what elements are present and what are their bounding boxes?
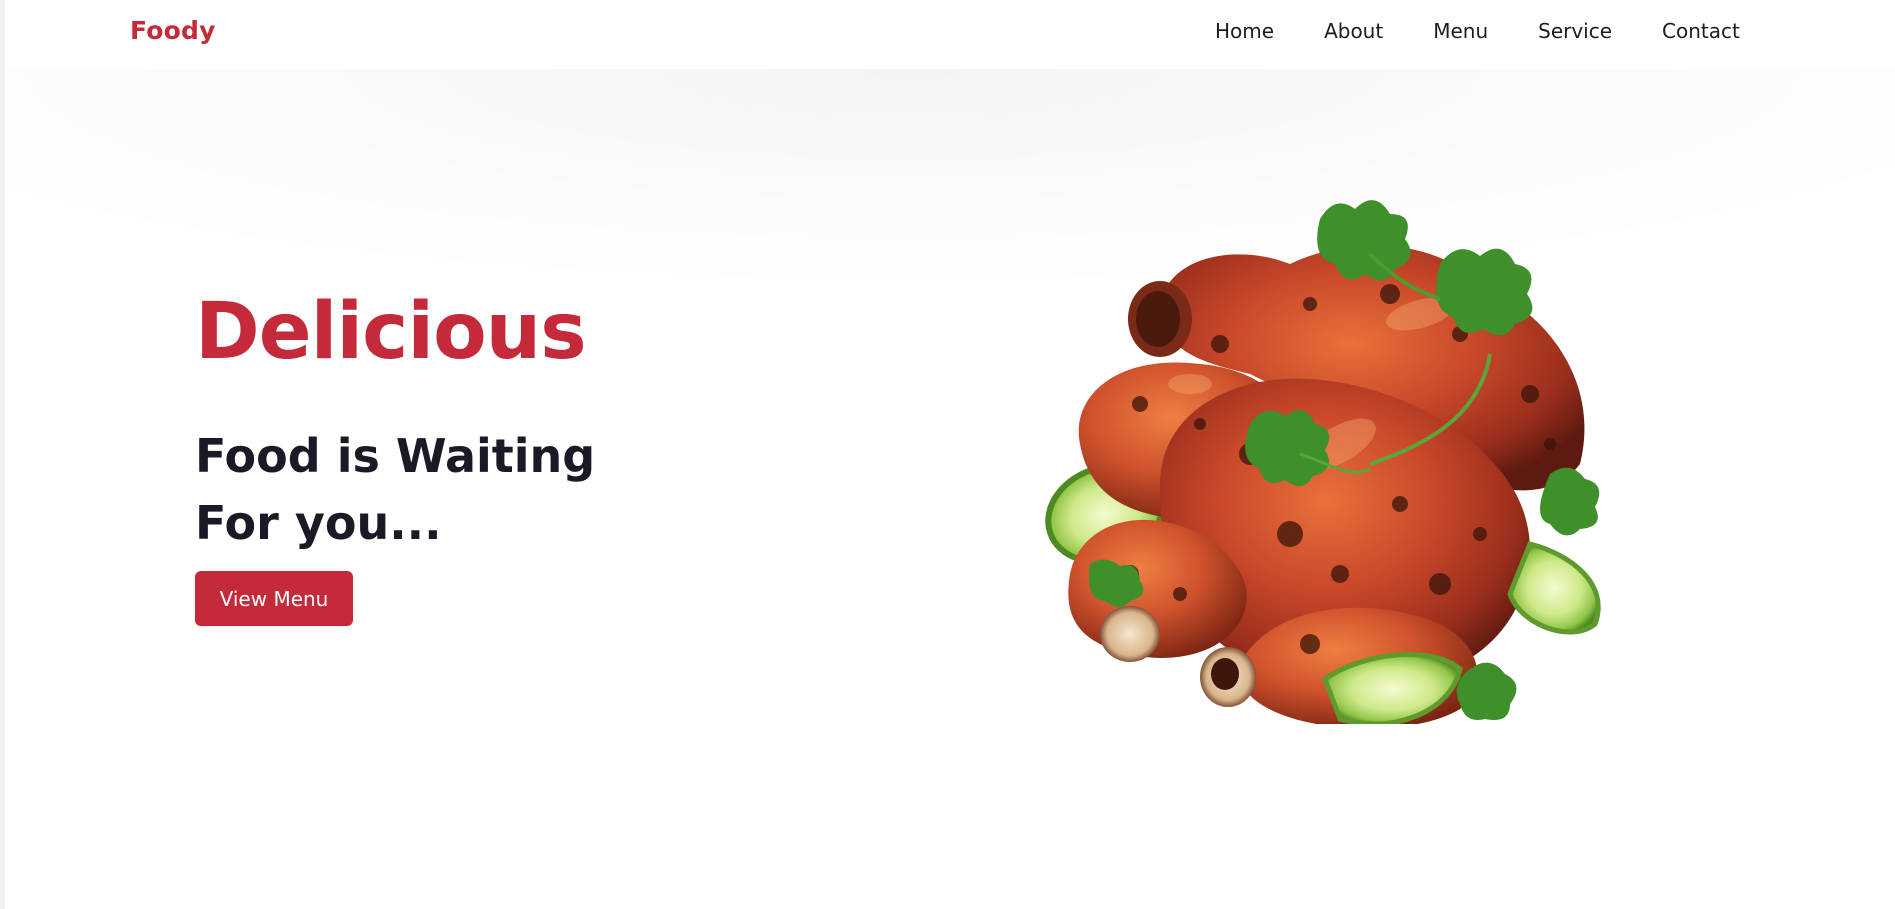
hero-subtitle-line-2: For you... xyxy=(195,496,442,550)
roasted-chicken-illustration xyxy=(1045,200,1601,724)
hero-section: Delicious Food is Waiting For you... Vie… xyxy=(5,69,1895,909)
hero-food-image xyxy=(1010,124,1680,724)
page: Foody Home About Menu Service Contact De… xyxy=(0,0,1895,909)
nav-link-home[interactable]: Home xyxy=(1215,19,1274,43)
nav-link-service[interactable]: Service xyxy=(1538,19,1612,43)
nav-links: Home About Menu Service Contact xyxy=(1215,19,1740,43)
hero-title: Delicious xyxy=(195,287,587,377)
nav-link-about[interactable]: About xyxy=(1324,19,1383,43)
hero-subtitle: Food is Waiting For you... xyxy=(195,423,595,557)
navbar: Foody Home About Menu Service Contact xyxy=(5,0,1895,69)
nav-link-contact[interactable]: Contact xyxy=(1662,19,1740,43)
hero-subtitle-line-1: Food is Waiting xyxy=(195,429,596,483)
brand-logo[interactable]: Foody xyxy=(130,16,216,45)
nav-link-menu[interactable]: Menu xyxy=(1433,19,1488,43)
view-menu-button[interactable]: View Menu xyxy=(195,571,353,626)
